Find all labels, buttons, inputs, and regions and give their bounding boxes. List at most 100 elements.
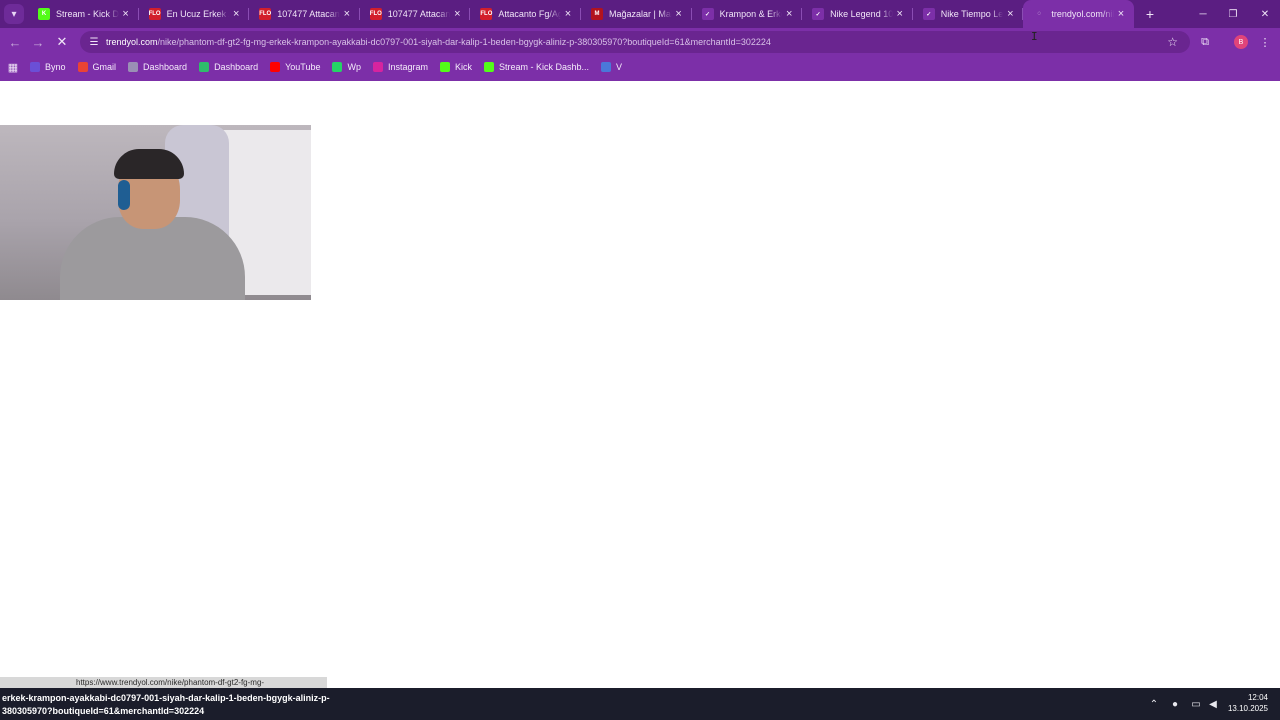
forward-icon[interactable]: → — [27, 31, 49, 53]
tab-search-icon[interactable]: ▾ — [4, 4, 24, 24]
bookmark-9[interactable]: V — [601, 62, 622, 72]
stop-loading-icon[interactable]: ✕ — [51, 31, 73, 53]
bookmark-1[interactable]: Gmail — [77, 62, 117, 72]
tab-close-icon[interactable]: × — [561, 7, 575, 21]
tab-close-icon[interactable]: × — [1114, 7, 1128, 21]
tab-close-icon[interactable]: × — [450, 7, 464, 21]
tab-7[interactable]: ✓ Nike Legend 10 A× — [802, 0, 913, 28]
profile-avatar[interactable]: B — [1231, 32, 1251, 52]
menu-kebab-icon[interactable]: ⋮ — [1255, 32, 1275, 52]
close-window-icon[interactable]: ✕ — [1250, 0, 1280, 28]
extensions-icon[interactable]: ⧉ — [1195, 32, 1215, 52]
new-tab-button[interactable]: + — [1138, 2, 1162, 26]
webcam-person-hair — [114, 149, 184, 179]
flo-icon: FLO — [259, 8, 272, 20]
tab-close-icon[interactable]: × — [340, 7, 354, 21]
bookmark-label: Dashboard — [214, 62, 259, 72]
tab-5[interactable]: M Mağazalar | Mall × — [581, 0, 692, 28]
tab-title: Krampon & Erkek — [719, 9, 783, 19]
bookmark-label: Kick — [455, 62, 473, 72]
tab-1[interactable]: FLO En Ucuz Erkek Ayakkabı× — [139, 0, 250, 28]
tab-title: En Ucuz Erkek Ayakkabı — [166, 9, 230, 19]
youtube-icon — [270, 62, 281, 72]
tab-6[interactable]: ✓ Krampon & Erkek× — [692, 0, 803, 28]
webcam-overlay — [0, 125, 311, 300]
bookmark-5[interactable]: Wp — [332, 62, 361, 72]
bookmark-star-icon[interactable]: ☆ — [1167, 35, 1178, 49]
microphone-icon[interactable]: ● — [1168, 697, 1182, 711]
bookmark-3[interactable]: Dashboard — [199, 62, 258, 72]
dashboard-icon — [128, 62, 139, 72]
url-text[interactable]: trendyol.com/nike/phantom-df-gt2-fg-mg-e… — [106, 37, 771, 47]
link-status-bubble: https://www.trendyol.com/nike/phantom-df… — [0, 677, 327, 688]
tab-title: Mağazalar | Mall — [608, 9, 672, 19]
tab-title: 107477 Attacanto — [277, 9, 340, 19]
flo-icon: FLO — [369, 8, 382, 20]
tab-8[interactable]: ✓ Nike Tiempo Legend× — [913, 0, 1024, 28]
tab-title: Attacanto Fg/Ag — [498, 9, 561, 19]
tab-title: Nike Legend 10 A — [830, 9, 893, 19]
bookmark-label: V — [616, 62, 623, 72]
tab-3[interactable]: FLO 107477 Attacanto× — [360, 0, 471, 28]
store-icon: M — [590, 8, 603, 20]
gmail-icon — [77, 62, 88, 72]
bookmark-label: Dashboard — [143, 62, 188, 72]
nike-icon: ✓ — [922, 8, 935, 20]
bookmark-list: Byno Gmail Dashboard Dashboard YouTube Wp Inst… — [30, 62, 634, 72]
loading-icon: ◌ — [1033, 8, 1046, 20]
kick-icon: K — [38, 8, 50, 20]
instagram-icon — [372, 62, 383, 72]
bookmark-label: Gmail — [92, 62, 117, 72]
tab-title: trendyol.com/nike — [1051, 9, 1114, 19]
toolbar: ← → ✕ ☰ trendyol.com/nike/phantom-df-gt2… — [0, 28, 1280, 56]
tab-close-icon[interactable]: × — [782, 7, 796, 21]
whatsapp-icon — [332, 62, 343, 72]
tab-close-icon[interactable]: × — [893, 7, 907, 21]
nike-icon: ✓ — [812, 8, 825, 20]
bookmark-4[interactable]: YouTube — [270, 62, 320, 72]
bookmark-6[interactable]: Instagram — [372, 62, 428, 72]
webcam-person-body — [60, 217, 245, 300]
network-icon[interactable]: ▭ — [1189, 697, 1203, 711]
tab-9[interactable]: ◌ trendyol.com/nike× — [1023, 0, 1134, 28]
tab-4[interactable]: FLO Attacanto Fg/Ag × — [470, 0, 581, 28]
tab-title: 107477 Attacanto — [387, 9, 451, 19]
minimize-icon[interactable]: ─ — [1188, 0, 1218, 28]
flo-icon: FLO — [148, 8, 161, 20]
bookmark-7[interactable]: Kick — [440, 62, 472, 72]
tab-title: Nike Tiempo Legend — [940, 9, 1004, 19]
back-icon[interactable]: ← — [4, 31, 26, 53]
volume-icon[interactable]: ◀ — [1206, 697, 1220, 711]
dashboard-icon — [199, 62, 210, 72]
tab-2[interactable]: FLO 107477 Attacanto× — [249, 0, 360, 28]
headset-icon — [118, 180, 130, 210]
tray-chevron-icon[interactable]: ⌃ — [1147, 697, 1161, 711]
bookmark-0[interactable]: Byno — [30, 62, 66, 72]
tab-title: Stream - Kick Dashboard — [56, 9, 119, 19]
restore-icon[interactable]: ❐ — [1218, 0, 1248, 28]
site-info-icon[interactable]: ☰ — [88, 36, 100, 48]
text-cursor-icon: I — [1031, 30, 1038, 43]
kick-icon — [440, 62, 450, 72]
bookmark-8[interactable]: Stream - Kick Dashb... — [484, 62, 589, 72]
nike-icon: ✓ — [701, 8, 714, 20]
tab-close-icon[interactable]: × — [672, 7, 686, 21]
bookmark-label: Byno — [45, 62, 66, 72]
bookmark-label: Stream - Kick Dashb... — [499, 62, 590, 72]
bookmark-2[interactable]: Dashboard — [128, 62, 187, 72]
tab-close-icon[interactable]: × — [1003, 7, 1017, 21]
browser-chrome: ▾ KStream - Kick Dashboard×FLOEn Ucuz Er… — [0, 0, 1280, 81]
tab-close-icon[interactable]: × — [229, 7, 243, 21]
byno-icon — [30, 62, 40, 72]
v-icon — [601, 62, 612, 72]
tab-list: KStream - Kick Dashboard×FLOEn Ucuz Erke… — [28, 0, 1134, 28]
taskbar-clock[interactable]: 12:04 13.10.2025 — [1228, 692, 1268, 714]
flo-icon: FLO — [480, 8, 493, 20]
bookmark-label: Wp — [347, 62, 361, 72]
bookmarks-bar: ▦ Byno Gmail Dashboard Dashboard YouTube Wp In… — [0, 56, 1280, 78]
tab-0[interactable]: K Stream - Kick Dashboard× — [28, 0, 139, 28]
apps-grid-icon[interactable]: ▦ — [6, 60, 20, 74]
tab-close-icon[interactable]: × — [119, 7, 133, 21]
address-bar[interactable]: ☰ trendyol.com/nike/phantom-df-gt2-fg-mg… — [80, 31, 1190, 53]
kick-icon — [484, 62, 495, 72]
